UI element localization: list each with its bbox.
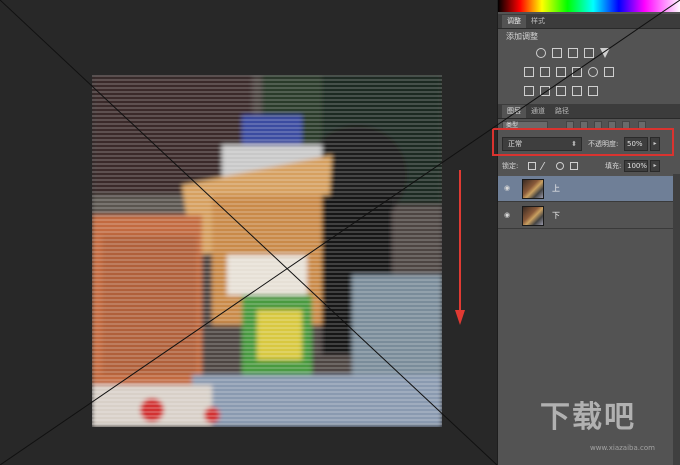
lock-all-icon[interactable] xyxy=(570,162,578,170)
visibility-eye-icon[interactable]: ◉ xyxy=(504,211,514,219)
layer-row-bottom[interactable]: ◉ 下 xyxy=(498,203,673,229)
document-image[interactable] xyxy=(92,75,442,427)
tab-styles[interactable]: 样式 xyxy=(526,15,550,28)
layer-thumbnail xyxy=(522,206,544,226)
watermark-logo: 下载吧 xyxy=(540,400,636,435)
tab-paths[interactable]: 路径 xyxy=(550,105,574,118)
tab-layers[interactable]: 图层 xyxy=(502,105,526,118)
gradient-map-icon[interactable] xyxy=(588,86,598,96)
black-white-icon[interactable] xyxy=(556,67,566,77)
lock-label: 锁定: xyxy=(502,162,519,170)
posterize-icon[interactable] xyxy=(540,86,550,96)
fill-slider-button[interactable]: ▸ xyxy=(650,160,660,172)
layer-name[interactable]: 上 xyxy=(552,176,560,202)
fill-input[interactable]: 100% xyxy=(624,160,648,172)
photo-filter-icon[interactable] xyxy=(572,67,582,77)
levels-icon[interactable] xyxy=(552,48,562,58)
watermark-url: www.xiazaiba.com xyxy=(590,444,655,452)
add-adjustment-label: 添加调整 xyxy=(506,32,538,41)
curves-icon[interactable] xyxy=(568,48,578,58)
fill-label: 填充: xyxy=(605,162,622,170)
lock-move-icon[interactable] xyxy=(556,162,564,170)
invert-icon[interactable] xyxy=(524,86,534,96)
adjustment-icons-row-3 xyxy=(498,85,680,99)
visibility-eye-icon[interactable]: ◉ xyxy=(504,184,514,192)
vibrance-icon[interactable] xyxy=(600,48,610,58)
color-lookup-icon[interactable] xyxy=(604,67,614,77)
adjustment-icons-row-1 xyxy=(498,47,680,61)
lock-brush-icon[interactable] xyxy=(539,162,553,170)
layers-scrollbar[interactable] xyxy=(673,174,680,465)
layers-tabbar: 图层 通道 路径 xyxy=(498,104,680,119)
lock-row: 锁定: 填充: 100% ▸ xyxy=(498,160,680,172)
color-spectrum[interactable] xyxy=(498,0,680,12)
layer-row-top[interactable]: ◉ 上 xyxy=(498,176,673,202)
brightness-icon[interactable] xyxy=(536,48,546,58)
layer-thumbnail xyxy=(522,179,544,199)
blurred-photo xyxy=(92,75,442,427)
right-panel: 调整 样式 添加调整 图层 通道 路径 类型 正常 ⬍ 不透明度: 50% ▸ … xyxy=(492,0,680,465)
channel-mixer-icon[interactable] xyxy=(588,67,598,77)
tab-adjustments[interactable]: 调整 xyxy=(502,15,526,28)
down-arrow-annotation xyxy=(455,170,465,325)
color-balance-icon[interactable] xyxy=(540,67,550,77)
tab-channels[interactable]: 通道 xyxy=(526,105,550,118)
selective-color-icon[interactable] xyxy=(572,86,582,96)
exposure-icon[interactable] xyxy=(584,48,594,58)
adjustments-tabbar: 调整 样式 xyxy=(498,14,680,29)
threshold-icon[interactable] xyxy=(556,86,566,96)
layer-name[interactable]: 下 xyxy=(552,203,560,229)
lock-transparent-icon[interactable] xyxy=(528,162,536,170)
document-canvas[interactable] xyxy=(0,0,497,465)
highlight-box-annotation xyxy=(492,128,674,156)
hue-saturation-icon[interactable] xyxy=(524,67,534,77)
adjustment-icons-row-2 xyxy=(498,66,680,80)
